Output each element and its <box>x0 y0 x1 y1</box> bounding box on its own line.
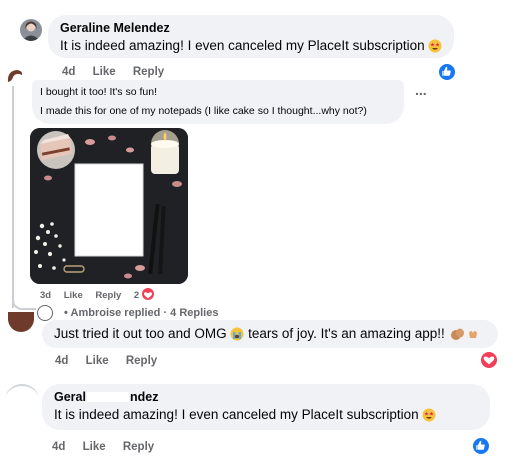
star-struck-emoji <box>428 39 442 56</box>
comment-bubble: I bought it too! It's so fun! I made thi… <box>32 80 404 124</box>
reply-button[interactable]: Reply <box>95 290 121 301</box>
avatar-commenter[interactable] <box>5 66 25 86</box>
like-button[interactable]: Like <box>86 355 109 367</box>
comment-text: It is indeed amazing! I even canceled my… <box>60 38 442 56</box>
comment-bubble: Geral ndez It is indeed amazing! I even c… <box>42 384 490 430</box>
comment-author-end: ndez <box>129 390 159 404</box>
avatar-commenter[interactable] <box>8 312 34 332</box>
like-button[interactable]: Like <box>83 441 106 453</box>
avatar-geraline[interactable] <box>5 384 39 416</box>
reply-button[interactable]: Reply <box>123 441 154 453</box>
reply-button[interactable]: Reply <box>126 355 157 367</box>
comment-actions: 4d Like Reply <box>62 66 178 78</box>
comment-text-body: It is indeed amazing! I even canceled my… <box>60 38 425 53</box>
comment-time[interactable]: 4d <box>52 441 65 453</box>
replies-author[interactable]: Ambroise replied <box>71 307 161 319</box>
like-button[interactable]: Like <box>64 290 83 301</box>
comment-text-body: tears of joy. It's an amazing app!! <box>248 326 445 341</box>
thread-connector <box>12 296 36 310</box>
avatar-replier[interactable] <box>37 305 53 321</box>
comment-line: I made this for one of my notepads (I li… <box>40 105 367 117</box>
replies-count[interactable]: 4 Replies <box>170 307 218 319</box>
comment-text: Just tried it out too and OMG tears of j… <box>54 326 479 344</box>
comment-actions: 4d Like Reply <box>55 355 171 367</box>
comment-bubble: Just tried it out too and OMG tears of j… <box>42 320 498 348</box>
more-options-button[interactable]: ... <box>415 82 427 98</box>
comment-actions: 4d Like Reply <box>52 441 168 453</box>
comment-time[interactable]: 4d <box>55 355 68 367</box>
love-reaction-icon[interactable] <box>141 287 155 301</box>
like-reaction-icon[interactable] <box>438 63 456 81</box>
replies-summary[interactable]: • Ambroise replied · 4 Replies <box>64 307 218 319</box>
comment-text: It is indeed amazing! I even canceled my… <box>54 407 436 425</box>
star-struck-emoji <box>422 408 436 425</box>
comment-actions: 3d Like Reply 2 <box>40 290 140 301</box>
comment-author-start: Geral <box>54 390 86 404</box>
comment-text-body: Just tried it out too and OMG <box>54 326 227 341</box>
comment-author[interactable]: Geral ndez <box>54 390 158 404</box>
comment-author[interactable]: Geraline Melendez <box>60 21 170 35</box>
comment-time[interactable]: 3d <box>40 290 51 301</box>
comment-line: I bought it too! It's so fun! <box>40 86 157 98</box>
attached-photo[interactable] <box>30 128 188 284</box>
clapping-hands-emoji <box>449 327 479 344</box>
love-reaction-icon[interactable] <box>480 351 498 369</box>
crying-emoji <box>230 327 244 344</box>
comment-bubble: Geraline Melendez It is indeed amazing! … <box>48 15 454 58</box>
like-button[interactable]: Like <box>93 66 116 78</box>
comment-time[interactable]: 4d <box>62 66 75 78</box>
like-reaction-icon[interactable] <box>472 437 490 455</box>
replies-separator: · <box>163 307 168 319</box>
thread-line <box>12 86 14 308</box>
reaction-count: 2 <box>133 290 140 301</box>
comment-text-body: It is indeed amazing! I even canceled my… <box>54 407 419 422</box>
avatar-geraline[interactable] <box>20 19 42 41</box>
reply-button[interactable]: Reply <box>133 66 164 78</box>
